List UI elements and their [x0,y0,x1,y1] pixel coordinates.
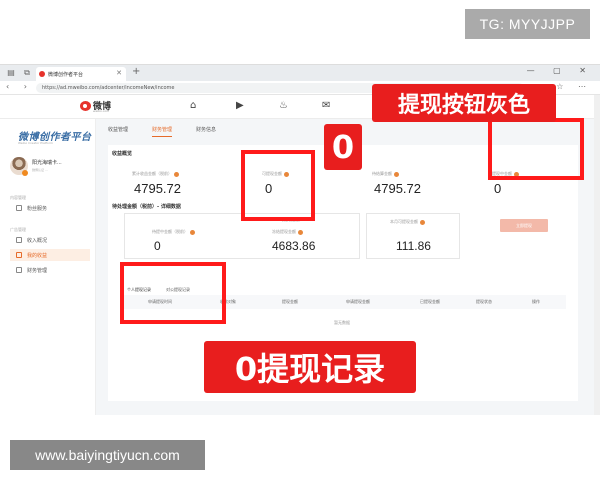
stat-label-total: 累计收益金额（税前） [132,171,179,177]
verified-badge-icon [22,170,28,176]
stat-value-withdrawing: 0 [494,181,502,196]
detail-label-text: 本月可提现金额 [390,219,418,224]
section-label-content: 内容管理 [10,195,26,200]
weibo-eye-icon [80,101,91,111]
sidebar-item-label: 我的收益 [27,252,48,259]
sidebar-item-label: 财务管理 [27,267,48,274]
info-icon[interactable] [394,171,399,177]
brand-subtitle: Weibo Creator Platform [18,141,53,145]
withdraw-button[interactable]: 立即提现 [500,219,548,232]
col-status: 提现状态 [476,299,492,304]
message-icon[interactable]: ✉ [322,100,330,111]
stat-label-text: 累计收益金额（税前） [132,171,172,176]
sidebar-item-income-overview[interactable]: 收入概况 [16,235,47,245]
detail-label-text: 冻结提现金额 [272,229,296,234]
scrollbar[interactable] [594,95,600,415]
fans-icon [16,205,22,211]
detail-value-pending: 0 [154,239,161,253]
detail-title: 待处理金额（税前）- 详细数据 [112,204,181,210]
info-icon[interactable] [298,229,303,235]
stat-value-pending: 4795.72 [374,181,421,196]
stat-label-text: 待结算金额 [372,171,392,176]
callout-button-gray: 提现按钮灰色 [372,84,556,122]
logo-sub: weibo.com [93,109,110,113]
sidebar-item-fans[interactable]: 粉丝服务 [16,203,47,213]
telegram-watermark: TG: MYYJJPP [465,9,590,39]
screenshot-root: { "watermark_top": "TG: MYYJJPP", "water… [0,0,600,480]
close-tab-icon[interactable]: ✕ [116,69,122,77]
highlight-withdraw-button [488,118,584,180]
sidebar-item-finance[interactable]: 财务管理 [16,265,47,275]
address-bar-actions[interactable]: ☆ ⋯ [556,82,592,91]
detail-value-frozen: 4683.86 [272,239,316,253]
col-apply-amount: 申请提现金额 [346,299,370,304]
tab-finance-management[interactable]: 财务管理 [152,126,173,137]
tab-income-management[interactable]: 收益管理 [108,126,128,133]
empty-state-text: 暂无数据 [334,320,350,325]
info-icon[interactable] [190,229,195,235]
sidebar-item-label: 粉丝服务 [27,205,48,212]
tab-group-icon[interactable]: ⧉ [22,68,32,78]
window-controls[interactable]: — ▢ ✕ [527,66,594,75]
overview-title: 收益概览 [112,151,133,157]
detail-value-monthly: 111.86 [396,239,431,253]
user-name[interactable]: 阳光海瑞卡... [32,159,62,166]
tab-title: 微博创作者平台 [48,71,84,78]
highlight-records-tabs [120,262,226,324]
detail-label-pending: 待提中金额（税前） [152,229,195,235]
info-icon[interactable] [420,219,425,225]
weibo-favicon-icon [39,71,45,77]
weibo-logo[interactable]: 微博 weibo.com [80,98,114,114]
chart-icon [16,237,22,243]
sidebar-item-label: 收入概况 [27,237,48,244]
detail-label-text: 待提中金额（税前） [152,229,188,234]
section-label-ads: 广告管理 [10,227,26,232]
user-subtitle: 微博认证 ... [32,168,48,172]
sidebar-toggle-icon[interactable]: ▤ [6,68,16,78]
callout-zero: 0 [324,124,362,170]
site-watermark: www.baiyingtiyucn.com [10,440,205,470]
browser-tab[interactable]: 微博创作者平台 ✕ [36,67,126,81]
video-icon[interactable]: ▶ [236,100,244,111]
stat-value-total: 4795.72 [134,181,181,196]
highlight-withdrawable-zero [241,150,315,221]
stat-label-pending: 待结算金额 [372,171,399,177]
col-action: 操作 [532,299,540,304]
detail-label-monthly: 本月可提现金额 [390,219,425,225]
detail-label-frozen: 冻结提现金额 [272,229,303,235]
new-tab-button[interactable]: + [132,66,140,77]
callout-zero-records: 0提现记录 [204,341,416,393]
wallet-icon [16,252,22,258]
left-sidebar: 微博创作者平台 Weibo Creator Platform 阳光海瑞卡... … [0,119,96,415]
info-icon[interactable] [174,171,179,177]
hot-icon[interactable]: ♨ [279,100,288,111]
home-icon[interactable]: ⌂ [190,100,196,111]
finance-icon [16,267,22,273]
browser-tabbar: ▤ ⧉ 微博创作者平台 ✕ + — ▢ ✕ [0,65,600,81]
col-withdrawn-amount: 已提现金额 [420,299,440,304]
col-amount: 提现金额 [282,299,298,304]
sidebar-item-my-income[interactable]: 我的收益 [16,250,47,260]
tab-finance-info[interactable]: 财务信息 [196,126,216,133]
